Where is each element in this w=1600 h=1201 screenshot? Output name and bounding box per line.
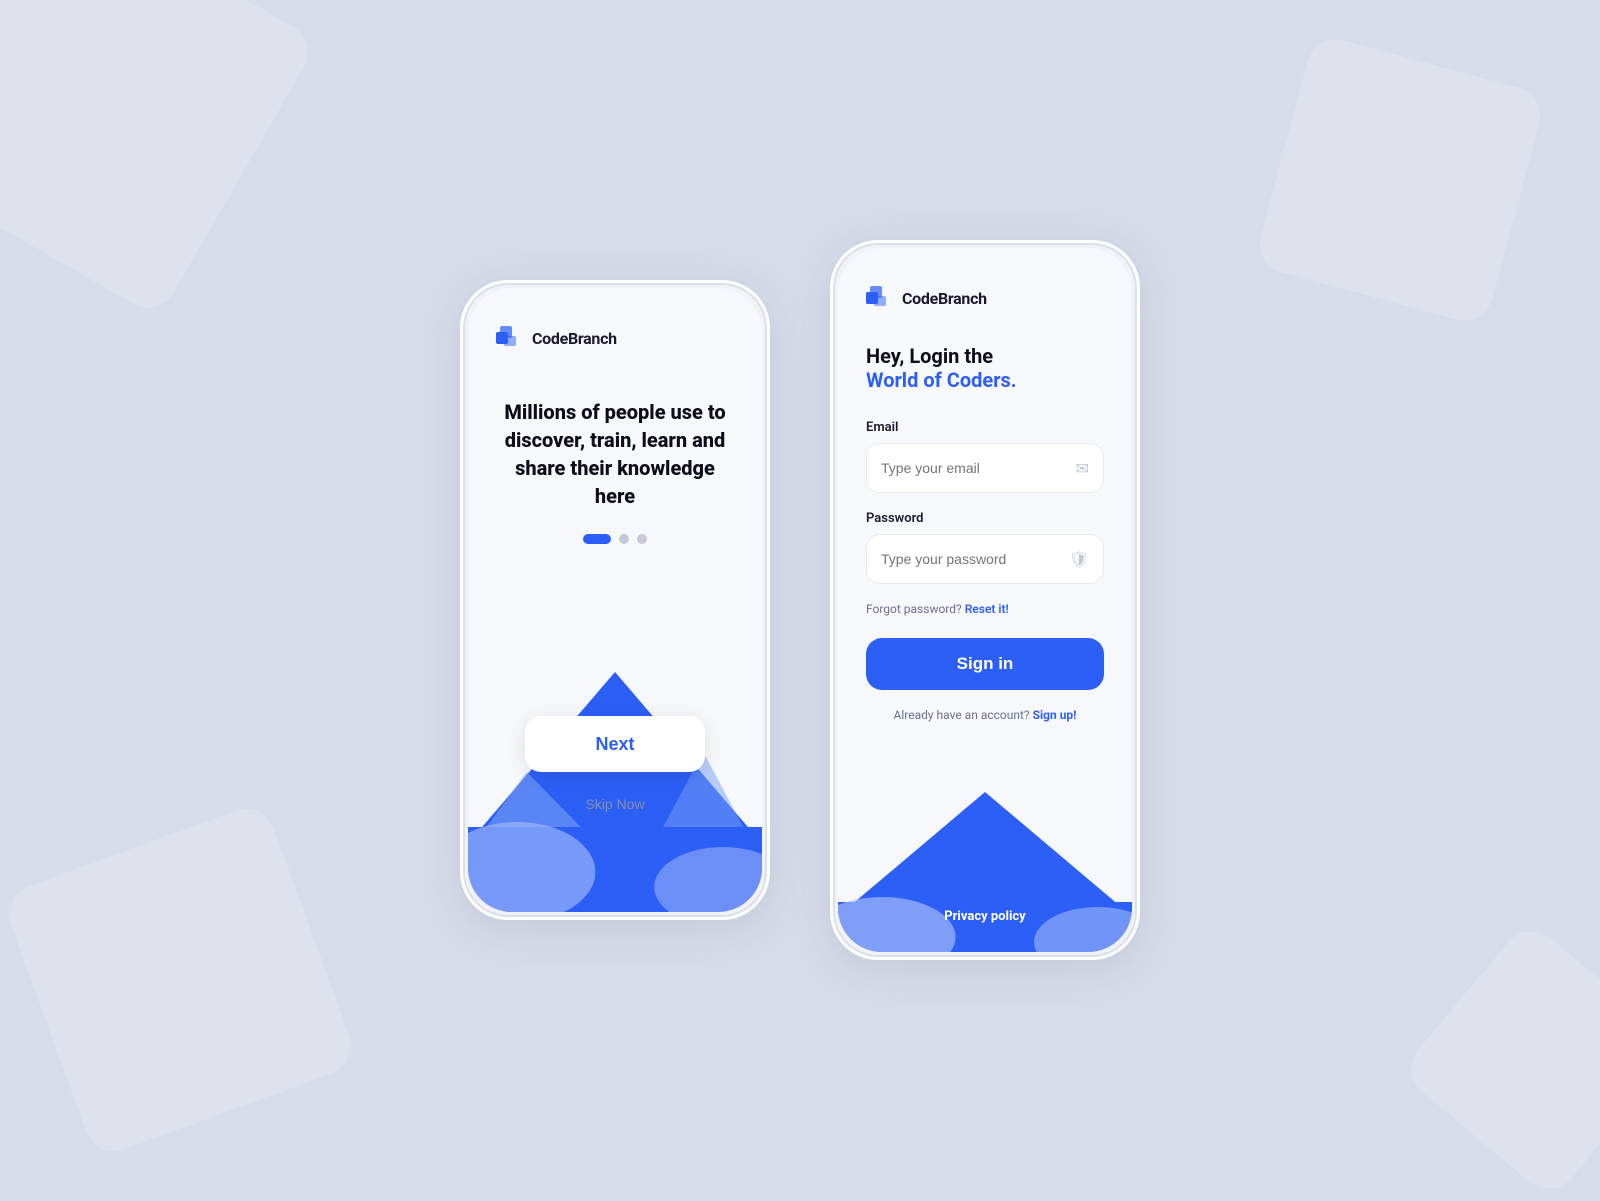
reset-link[interactable]: Reset it! (965, 602, 1009, 616)
login-logo-text: CodeBranch (902, 289, 987, 308)
dot-1 (583, 534, 611, 544)
password-icon: 🛡 (1069, 550, 1089, 569)
logo-icon (496, 324, 524, 352)
signup-link[interactable]: Sign up! (1033, 708, 1077, 722)
email-input-wrap: ✉ (866, 443, 1104, 493)
logo-area: CodeBranch (468, 288, 762, 368)
onboard-headline: Millions of people use to discover, trai… (496, 398, 734, 510)
email-label: Email (866, 420, 1104, 435)
login-phone: CodeBranch Hey, Login the World of Coder… (830, 240, 1140, 960)
password-input-wrap: 🛡 (866, 534, 1104, 584)
bg-decoration-4 (1399, 919, 1600, 1201)
login-content: Hey, Login the World of Coders. Email ✉ … (838, 328, 1132, 792)
login-logo-area: CodeBranch (838, 248, 1132, 328)
login-mountain-illustration: Privacy policy (838, 792, 1132, 952)
dot-2 (619, 534, 629, 544)
privacy-label[interactable]: Privacy policy (944, 909, 1025, 924)
password-input[interactable] (881, 551, 1069, 567)
bg-decoration-2 (1, 801, 360, 1160)
password-label: Password (866, 511, 1104, 526)
bg-decoration-1 (0, 0, 319, 319)
next-button[interactable]: Next (525, 716, 705, 772)
headline-line1: Hey, Login the (866, 344, 1104, 368)
headline-line2: World of Coders. (866, 368, 1104, 392)
email-icon: ✉ (1076, 459, 1089, 478)
onboard-content: Millions of people use to discover, trai… (468, 368, 762, 912)
skip-button[interactable]: Skip Now (585, 796, 644, 812)
bg-decoration-3 (1253, 33, 1547, 327)
signin-button[interactable]: Sign in (866, 638, 1104, 690)
mountain-illustration: Next Skip Now (468, 632, 762, 912)
account-row: Already have an account? Sign up! (866, 708, 1104, 722)
forgot-text: Forgot password? (866, 602, 962, 616)
onboarding-phone: CodeBranch Millions of people use to dis… (460, 280, 770, 920)
logo-text: CodeBranch (532, 329, 617, 348)
pagination-dots (583, 534, 647, 544)
account-text: Already have an account? (894, 708, 1030, 722)
forgot-password-row: Forgot password? Reset it! (866, 602, 1104, 616)
email-input[interactable] (881, 460, 1076, 476)
login-logo-icon (866, 284, 894, 312)
login-headline: Hey, Login the World of Coders. (866, 344, 1104, 392)
dot-3 (637, 534, 647, 544)
